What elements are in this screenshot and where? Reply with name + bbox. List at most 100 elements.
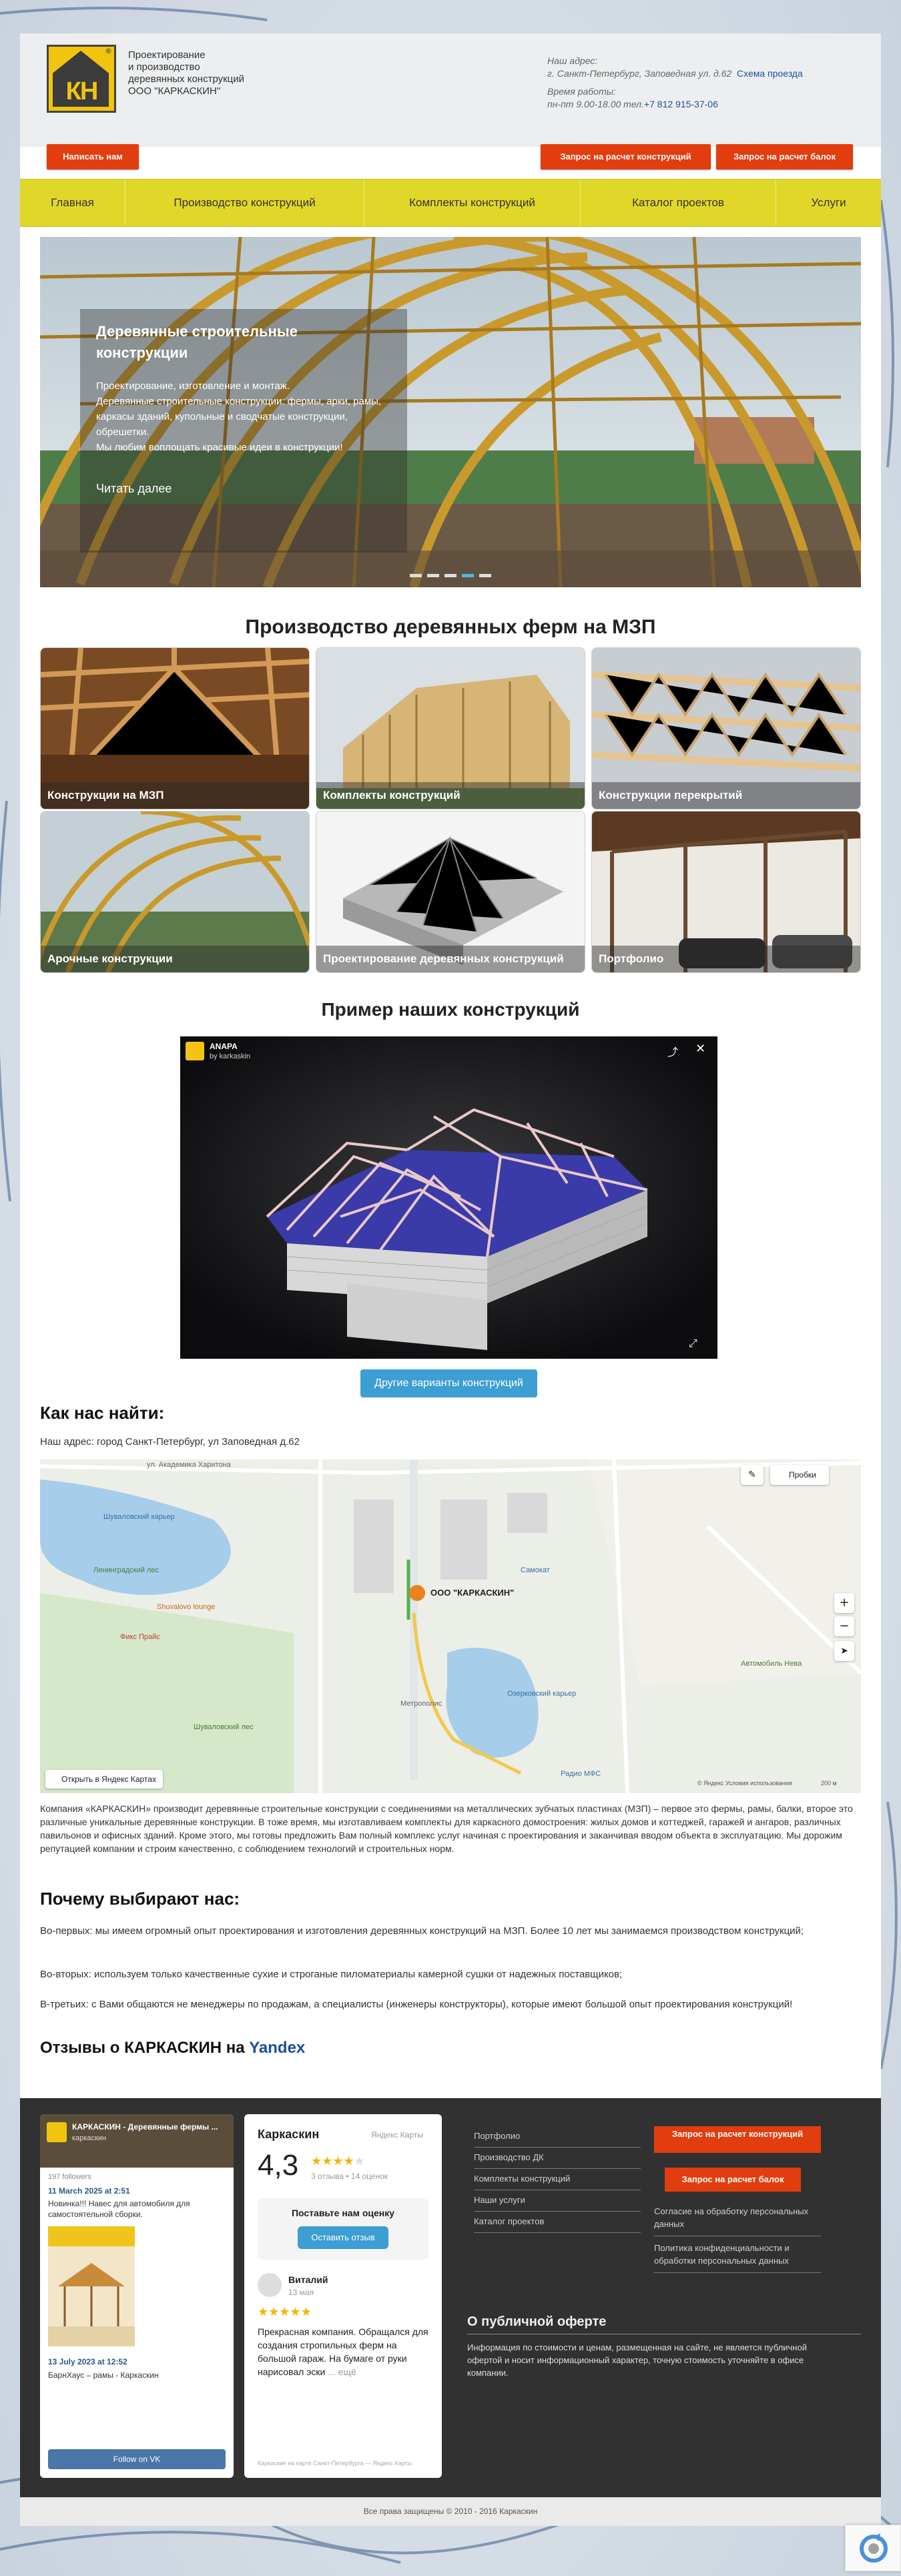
tile-mzp[interactable]: Конструкции на МЗП [40,647,310,810]
ruler-icon[interactable]: ✎ [741,1465,764,1485]
map-label: Shuvalovo lounge [157,1603,216,1611]
yx-leave-review-button[interactable]: Оставить отзыв [298,2226,388,2249]
footer-link-catalog[interactable]: Каталог проектов [474,2212,641,2233]
vk-post-image-graphic [48,2226,135,2346]
privacy-policy-link[interactable]: Политика конфиденциальности и обработки … [654,2236,821,2273]
vk-post-date[interactable]: 11 March 2025 at 2:51 [40,2186,234,2196]
tile-caption: Конструкции на МЗП [41,782,309,809]
hours-text: пн-пт 9.00-18.00 тел. [547,99,644,109]
map-label: Метрополис [400,1700,442,1708]
zoom-out-icon[interactable]: − [834,1616,854,1636]
request-constructions-button[interactable]: Запрос на расчет конструкций [541,144,711,170]
yx-footer[interactable]: Каркаскин на карте Санкт-Петербурга — Ян… [258,2460,412,2467]
open-in-yandex-maps[interactable]: Открыть в Яндекс Картах [45,1770,163,1789]
map-marker-label[interactable]: ООО "КАРКАСКИН" [430,1588,514,1598]
footer-request-beams-button[interactable]: Запрос на расчет балок [665,2168,801,2192]
production-title: Производство деревянных ферм на МЗП [245,616,656,638]
map-canvas [40,1460,861,1793]
other-variants-button[interactable]: Другие варианты конструкций [360,1369,537,1397]
slider-dot-active[interactable] [462,574,474,577]
footer-link-services[interactable]: Наши услуги [474,2190,641,2212]
footer-link-production[interactable]: Производство ДК [474,2148,641,2169]
vk-group-sub: каркаскин [72,2134,106,2142]
yandex-map[interactable]: ООО "КАРКАСКИН" Шуваловский карьер Shuva… [40,1460,861,1793]
reviews-title: Отзывы о КАРКАСКИН на Yandex [40,2039,306,2057]
nav-item-kits[interactable]: Комплекты конструкций [364,180,581,226]
read-more-link[interactable]: Читать далее [96,482,391,496]
main-nav: Главная Производство конструкций Комплек… [20,179,881,227]
phone-link[interactable]: +7 812 915-37-06 [644,99,718,109]
footer-request-constructions-button[interactable]: Запрос на расчет конструкций [654,2126,821,2153]
vk-group-name[interactable]: КАРКАСКИН - Деревянные фермы ... [72,2122,218,2132]
review-more-link[interactable]: ... ещё [328,2366,356,2377]
map-label: Автомобиль Нева [741,1660,802,1668]
map-label: Фикс Прайс [120,1633,160,1641]
tile-caption: Комплекты конструкций [316,782,585,809]
vk-follow-button[interactable]: Follow on VK [48,2449,226,2469]
footer-link-kits[interactable]: Комплекты конструкций [474,2169,641,2190]
vk-post-image[interactable] [48,2226,135,2346]
geolocation-icon[interactable]: ➤ [834,1641,854,1661]
yx-rating-stars: ★★★★★ [311,2154,365,2168]
slider-dot[interactable] [410,574,422,577]
tile-floors[interactable]: Конструкции перекрытий [591,647,861,810]
zoom-in-icon[interactable]: + [834,1593,854,1613]
slider-dots [410,574,491,577]
map-link[interactable]: Схема проезда [737,68,803,79]
footer-link-portfolio[interactable]: Портфолио [474,2126,641,2148]
map-traffic-button[interactable]: Пробки [770,1465,829,1485]
map-label: ул. Академика Харитона [147,1461,231,1469]
reviewer-avatar [258,2273,282,2297]
example-title: Пример наших конструкций [321,999,580,1020]
yx-ask: Поставьте нам оценку [291,2208,395,2218]
vk-avatar[interactable] [47,2122,67,2142]
vk-post-text: БарнХаус – рамы - Каркаскин [48,2370,159,2380]
company-logo[interactable]: КН ® [47,45,116,113]
find-address: Наш адрес: город Санкт-Петербург, ул Зап… [40,1436,300,1447]
nav-item-services[interactable]: Услуги [776,180,881,226]
tile-portfolio[interactable]: Портфолио [591,811,861,973]
offer-title: О публичной оферте [467,2314,861,2334]
tile-kits[interactable]: Комплекты конструкций [316,647,585,810]
model-name[interactable]: ANAPA [210,1042,238,1051]
close-icon[interactable]: ✕ [695,1042,705,1056]
consent-link[interactable]: Согласие на обработку персональных данны… [654,2200,821,2236]
vk-followers: 197 followers [48,2173,91,2181]
yx-company-name[interactable]: Каркаскин [258,2128,319,2142]
model-render [180,1036,717,1359]
why-p1: Во-первых: мы имеем огромный опыт проект… [40,1925,804,1937]
yandex-link[interactable]: Yandex [249,2039,305,2057]
hero-slider[interactable]: Деревянные строительные конструкции Прое… [40,237,861,587]
fullscreen-icon[interactable]: ⤢ [689,1337,697,1350]
share-icon[interactable]: ⤴ [667,1043,678,1059]
slide-text-2: Деревянные строительные конструкции: фер… [96,396,382,438]
write-us-button[interactable]: Написать нам [47,144,139,170]
tile-design[interactable]: Проектирование деревянных конструкций [316,811,585,973]
slider-dot[interactable] [427,574,439,577]
copyright: Все права защищены © 2010 - 2016 Каркаск… [20,2497,881,2526]
tile-arches[interactable]: Арочные конструкции [40,811,310,973]
map-label: Радио МФС [561,1770,601,1778]
map-label: Ленинградский лес [93,1566,159,1574]
yandex-reviews-widget: Каркаскин Яндекс Карты 4,3 ★★★★★ 3 отзыв… [244,2114,442,2478]
request-beams-button[interactable]: Запрос на расчет балок [716,144,853,170]
map-copyright[interactable]: © Яндекс Условия использования [697,1780,792,1787]
vk-post-date[interactable]: 13 July 2023 at 12:52 [40,2350,234,2366]
model-author[interactable]: by karkaskin [210,1052,250,1060]
why-p3: В-третьих: с Вами общаются не менеджеры … [40,1999,793,2010]
nav-item-production[interactable]: Производство конструкций [125,180,364,226]
map-scale: 200 м [821,1780,837,1787]
slider-dot[interactable] [444,574,457,577]
slider-dot[interactable] [479,574,491,577]
footer-policies: Согласие на обработку персональных данны… [654,2200,821,2273]
3d-model-viewer[interactable]: ANAPA by karkaskin ⤴ ✕ ⤢ [180,1036,717,1359]
find-us-title: Как нас найти: [40,1403,165,1423]
yx-source[interactable]: Яндекс Карты [371,2130,423,2140]
nav-item-home[interactable]: Главная [20,180,125,226]
model-author-logo [186,1042,204,1060]
recaptcha-badge[interactable] [845,2525,901,2571]
slide-caption: Деревянные строительные конструкции Прое… [80,309,407,553]
vk-post-text: Новинка!!! Навес для автомобиля для само… [48,2199,190,2219]
hours-label: Время работы: [547,86,616,97]
nav-item-catalog[interactable]: Каталог проектов [581,180,776,226]
